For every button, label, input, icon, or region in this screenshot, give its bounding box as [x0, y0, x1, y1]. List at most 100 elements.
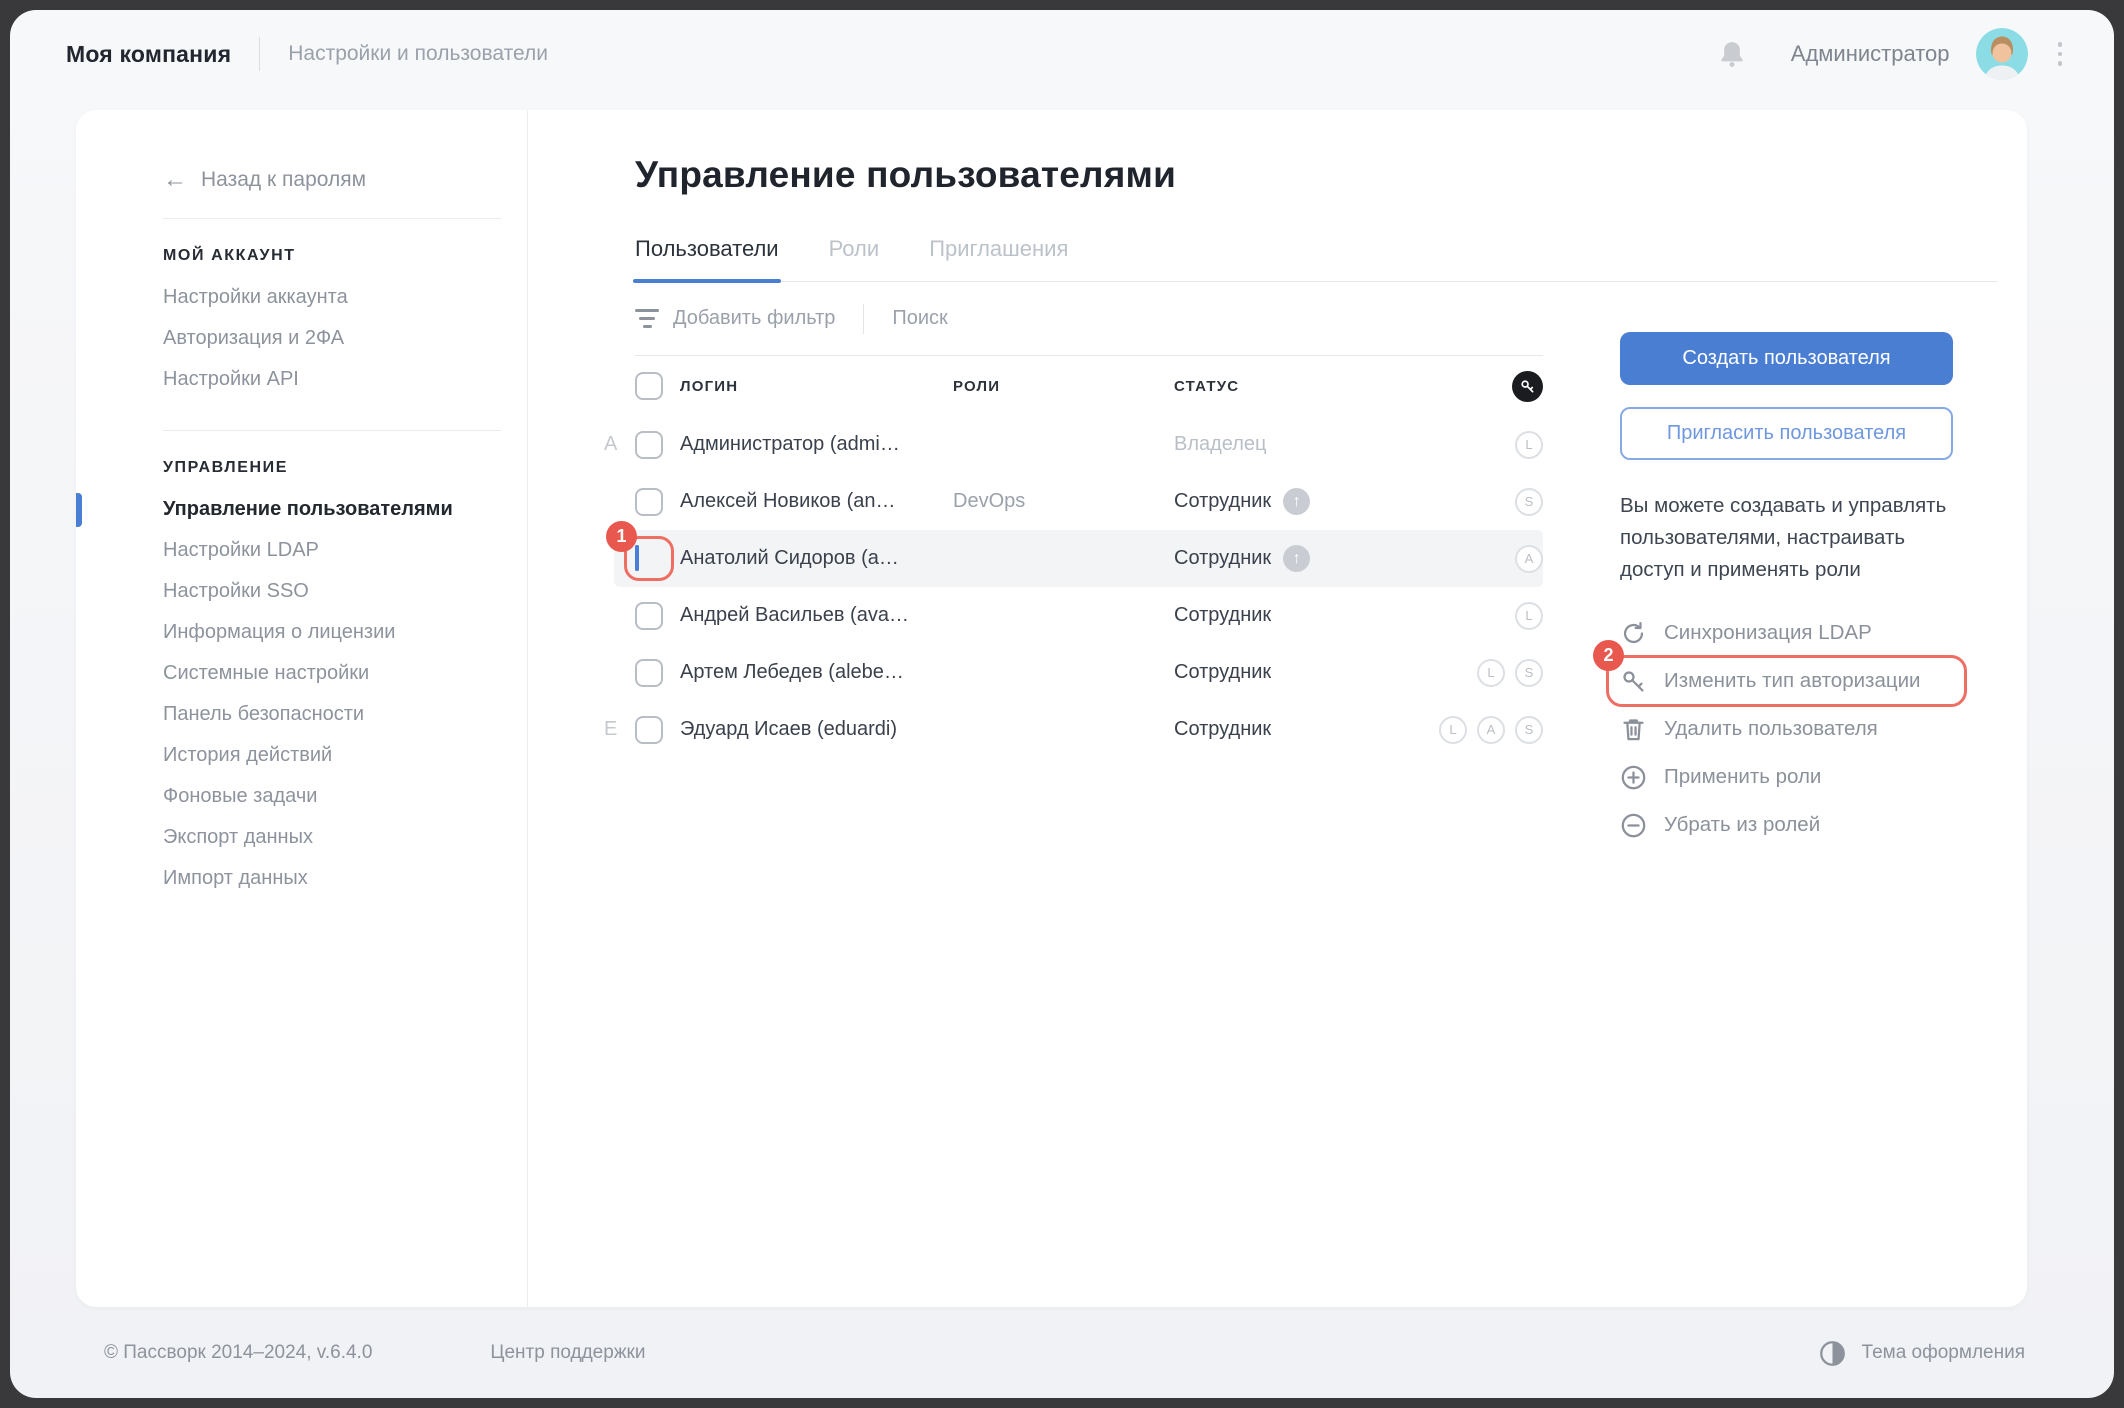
apply-roles-action[interactable]: Применить роли: [1620, 753, 1953, 801]
table-row[interactable]: Артем Лебедев (alebe… Сотрудник L S: [635, 644, 1543, 701]
page-title: Управление пользователями: [635, 154, 1997, 196]
table-row[interactable]: Алексей Новиков (an… DevOps Сотрудник ↑ …: [635, 473, 1543, 530]
user-login: Артем Лебедев (alebe…: [680, 661, 953, 684]
sidebar-item-data-import[interactable]: Импорт данных: [163, 858, 501, 899]
auth-type-icon: A: [1477, 716, 1505, 744]
sidebar-item-license-info[interactable]: Информация о лицензии: [163, 612, 501, 653]
column-login: ЛОГИН: [680, 378, 953, 395]
current-user-name: Администратор: [1791, 41, 1950, 67]
sidebar-item-auth-2fa[interactable]: Авторизация и 2ФА: [163, 318, 501, 359]
action-label: Применить роли: [1664, 765, 1821, 789]
settings-card: ← Назад к паролям МОЙ АККАУНТ Настройки …: [76, 110, 2027, 1307]
action-label: Удалить пользователя: [1664, 717, 1878, 741]
select-all-checkbox[interactable]: [635, 372, 663, 400]
sidebar-item-system-settings[interactable]: Системные настройки: [163, 653, 501, 694]
support-center-link[interactable]: Центр поддержки: [490, 1342, 645, 1364]
row-checkbox[interactable]: [635, 602, 663, 630]
theme-toggle[interactable]: Тема оформления: [1819, 1340, 2025, 1367]
user-status: Сотрудник: [1174, 604, 1427, 627]
user-roles: DevOps: [953, 490, 1174, 513]
search-input[interactable]: [892, 307, 1192, 330]
header-menu-icon[interactable]: [2052, 36, 2069, 72]
sidebar-item-data-export[interactable]: Экспорт данных: [163, 817, 501, 858]
sync-icon: [1620, 620, 1647, 647]
promote-arrow-icon[interactable]: ↑: [1283, 545, 1310, 572]
tab-users[interactable]: Пользователи: [635, 236, 779, 281]
auth-type-icon: L: [1515, 602, 1543, 630]
row-checkbox-checked[interactable]: [635, 545, 639, 571]
company-name: Моя компания: [66, 41, 231, 68]
app-window: Моя компания Настройки и пользователи Ад…: [0, 0, 2124, 1408]
header-divider: [259, 37, 260, 71]
sidebar-section-management: УПРАВЛЕНИЕ: [163, 459, 501, 477]
filter-row: Добавить фильтр: [635, 282, 1543, 356]
annotated-checkbox-wrap: 1: [635, 547, 663, 570]
table-header: ЛОГИН РОЛИ СТАТУС: [635, 356, 1543, 416]
user-status: Сотрудник: [1174, 661, 1427, 684]
table-row[interactable]: А Администратор (admi… Владелец L: [635, 416, 1543, 473]
plus-circle-icon: [1620, 764, 1647, 791]
column-roles: РОЛИ: [953, 378, 1174, 395]
row-checkbox[interactable]: [635, 659, 663, 687]
table-row[interactable]: E Эдуард Исаев (eduardi) Сотрудник L A S: [635, 701, 1543, 758]
user-login: Алексей Новиков (an…: [680, 490, 953, 513]
row-checkbox[interactable]: [635, 488, 663, 516]
invite-user-button[interactable]: Пригласить пользователя: [1620, 407, 1953, 460]
tab-invitations[interactable]: Приглашения: [929, 236, 1068, 281]
auth-type-icon: L: [1477, 659, 1505, 687]
change-auth-type-action[interactable]: Изменить тип авторизации 2: [1620, 657, 1953, 705]
back-link-label: Назад к паролям: [201, 168, 366, 192]
user-status: Сотрудник: [1174, 718, 1427, 741]
table-row-selected[interactable]: 1 Анатолий Сидоров (а… Сотрудник ↑ A: [614, 530, 1543, 587]
action-label: Изменить тип авторизации: [1664, 669, 1921, 693]
sidebar-item-background-tasks[interactable]: Фоновые задачи: [163, 776, 501, 817]
sidebar-item-ldap-settings[interactable]: Настройки LDAP: [163, 530, 501, 571]
auth-type-column-icon: [1512, 371, 1543, 402]
sidebar-item-action-history[interactable]: История действий: [163, 735, 501, 776]
user-avatar[interactable]: [1976, 28, 2028, 80]
notifications-bell-icon[interactable]: [1717, 38, 1747, 70]
group-letter: E: [604, 718, 617, 741]
auth-type-icon: L: [1515, 431, 1543, 459]
auth-type-icon: L: [1439, 716, 1467, 744]
action-label: Убрать из ролей: [1664, 813, 1820, 837]
settings-sidebar: ← Назад к паролям МОЙ АККАУНТ Настройки …: [76, 110, 528, 1307]
action-label: Синхронизация LDAP: [1664, 621, 1872, 645]
remove-from-roles-action[interactable]: Убрать из ролей: [1620, 801, 1953, 849]
theme-label: Тема оформления: [1862, 1342, 2025, 1364]
add-filter-button[interactable]: Добавить фильтр: [635, 307, 835, 330]
sidebar-item-account-settings[interactable]: Настройки аккаунта: [163, 277, 501, 318]
tab-roles[interactable]: Роли: [829, 236, 880, 281]
breadcrumb: Настройки и пользователи: [288, 42, 548, 66]
group-letter: А: [604, 433, 617, 456]
promote-arrow-icon[interactable]: ↑: [1283, 488, 1310, 515]
trash-icon: [1620, 716, 1647, 743]
sidebar-item-security-panel[interactable]: Панель безопасности: [163, 694, 501, 735]
app-screen: Моя компания Настройки и пользователи Ад…: [10, 10, 2114, 1398]
back-to-passwords-link[interactable]: ← Назад к паролям: [163, 168, 501, 192]
user-login: Администратор (admi…: [680, 433, 953, 456]
sidebar-divider: [163, 218, 501, 219]
auth-type-icon: A: [1515, 545, 1543, 573]
main-content: Управление пользователями Пользователи Р…: [528, 110, 2027, 1307]
row-checkbox[interactable]: [635, 716, 663, 744]
table-row[interactable]: Андрей Васильев (ava… Сотрудник L: [635, 587, 1543, 644]
sidebar-item-user-management[interactable]: Управление пользователями: [163, 489, 501, 530]
row-checkbox[interactable]: [635, 431, 663, 459]
active-item-indicator: [76, 493, 82, 527]
sync-ldap-action[interactable]: Синхронизация LDAP: [1620, 609, 1953, 657]
users-table-area: Добавить фильтр ЛОГИН РОЛИ СТАТУС: [635, 282, 1543, 849]
user-status: Владелец: [1174, 433, 1427, 456]
create-user-button[interactable]: Создать пользователя: [1620, 332, 1953, 385]
annotation-badge-2: 2: [1593, 640, 1624, 671]
auth-type-icon: S: [1515, 716, 1543, 744]
filter-divider: [863, 304, 864, 334]
delete-user-action[interactable]: Удалить пользователя: [1620, 705, 1953, 753]
sidebar-section-my-account: МОЙ АККАУНТ: [163, 247, 501, 265]
annotation-badge-1: 1: [606, 521, 637, 552]
sidebar-item-api-settings[interactable]: Настройки API: [163, 359, 501, 400]
user-login: Андрей Васильев (ava…: [680, 604, 953, 627]
sidebar-item-sso-settings[interactable]: Настройки SSO: [163, 571, 501, 612]
status-label: Сотрудник: [1174, 490, 1271, 513]
add-filter-label: Добавить фильтр: [673, 307, 835, 330]
